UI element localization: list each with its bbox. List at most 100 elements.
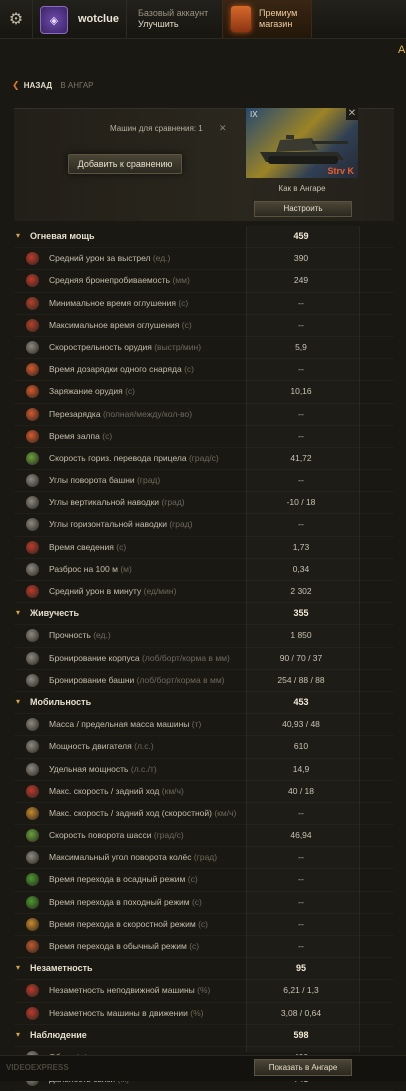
- stat-row: Средняя бронепробиваемость (мм) 249: [14, 270, 394, 292]
- stat-label: Незаметность машины в движении (%): [49, 1007, 204, 1018]
- username[interactable]: wotclue: [78, 13, 119, 25]
- stat-value: 610: [293, 741, 309, 752]
- stat-label: Бронирование корпуса (лоб/борт/корма в м…: [49, 652, 230, 663]
- show-in-garage-button[interactable]: Показать в Ангаре: [254, 1059, 352, 1076]
- chevron-down-icon[interactable]: ▾: [16, 963, 20, 972]
- stat-row: Заряжание орудия (с) 10,16: [14, 381, 394, 403]
- power-ratio-icon: [26, 762, 39, 776]
- salvo-time-icon: [26, 429, 39, 443]
- stat-value: --: [298, 319, 304, 330]
- stat-row: Время залпа (с) --: [14, 426, 394, 448]
- section-header[interactable]: ▾ Огневая мощь 459: [14, 226, 394, 248]
- stat-row: Время перехода в походный режим (с) --: [14, 892, 394, 914]
- horizontal-angle-icon: [26, 518, 39, 532]
- damage-icon: [26, 252, 39, 266]
- stat-value: 1 850: [290, 630, 312, 641]
- stat-value: 46,94: [290, 830, 312, 841]
- compare-count: Машин для сравнения: 1: [110, 124, 203, 133]
- stat-label: Макс. скорость / задний ход (км/ч): [49, 785, 184, 796]
- stat-unit: (с): [187, 874, 198, 885]
- upgrade-link[interactable]: Улучшить: [138, 19, 208, 30]
- stat-value: 5,9: [295, 341, 307, 352]
- turret-armor-icon: [26, 673, 39, 687]
- shell-reload-icon: [26, 363, 39, 377]
- aim-time-icon: [26, 540, 39, 554]
- stat-row: Бронирование башни (лоб/борт/корма в мм)…: [14, 670, 394, 692]
- hull-traverse-icon: [26, 829, 39, 843]
- stat-row: Мощность двигателя (л.с.) 610: [14, 736, 394, 758]
- stat-unit: (ед.): [152, 253, 171, 264]
- premium-shop-button[interactable]: Премиум магазин: [222, 0, 312, 38]
- siege-mode-icon: [26, 873, 39, 887]
- autoloader-icon: [26, 407, 39, 421]
- stat-row: Минимальное время оглушения (с) --: [14, 293, 394, 315]
- back-button[interactable]: ❮ НАЗАД В АНГАР: [12, 80, 94, 91]
- chevron-down-icon[interactable]: ▾: [16, 1030, 20, 1039]
- stat-row: Время перехода в скоростной режим (с) --: [14, 914, 394, 936]
- account-badge-icon[interactable]: ◈: [40, 6, 68, 34]
- add-to-compare-button[interactable]: Добавить к сравнению: [68, 154, 182, 174]
- elevation-icon: [26, 496, 39, 510]
- vehicle-image: IX Strv K: [246, 108, 358, 178]
- stat-unit: (ед.): [93, 630, 111, 641]
- section-header[interactable]: ▾ Незаметность 95: [14, 958, 394, 980]
- stat-label: Удельная мощность (л.с./т): [49, 763, 157, 774]
- vehicle-name: Strv K: [327, 166, 354, 176]
- stat-unit: (м): [120, 563, 132, 574]
- camo-moving-icon: [26, 1006, 39, 1020]
- stat-value: --: [298, 475, 304, 486]
- stat-label: Заряжание орудия (с): [49, 386, 135, 397]
- clear-compare-icon[interactable]: ✕: [219, 123, 227, 134]
- remove-vehicle-icon[interactable]: ✕: [346, 108, 358, 120]
- chevron-down-icon[interactable]: ▾: [16, 231, 20, 240]
- stat-unit: (с): [184, 364, 194, 375]
- stat-label: Незаметность: [30, 963, 93, 974]
- stat-row: Максимальный угол поворота колёс (град) -…: [14, 847, 394, 869]
- back-label: НАЗАД: [23, 81, 53, 90]
- section-header[interactable]: ▾ Наблюдение 598: [14, 1025, 394, 1047]
- stat-unit: (км/ч): [214, 807, 237, 818]
- stat-label: Живучесть: [30, 608, 80, 619]
- stat-row: Углы вертикальной наводки (град) -10 / 18: [14, 492, 394, 514]
- configure-button[interactable]: Настроить: [254, 201, 352, 217]
- chevron-down-icon[interactable]: ▾: [16, 608, 20, 617]
- stat-value: --: [298, 430, 304, 441]
- chevron-down-icon[interactable]: ▾: [16, 697, 20, 706]
- stat-unit: (с): [116, 541, 127, 552]
- stat-label: Углы поворота башни (град): [49, 475, 161, 486]
- speed-icon: [26, 784, 39, 798]
- divider: [126, 0, 127, 38]
- hp-icon: [26, 629, 39, 643]
- reload-icon: [26, 385, 39, 399]
- stat-value: 2 302: [290, 586, 312, 596]
- stat-unit: (%): [190, 1007, 204, 1018]
- stat-label: Масса / предельная масса машины (т): [49, 719, 202, 730]
- stat-label: Время перехода в скоростной режим (с): [49, 918, 209, 929]
- settings-gear-icon[interactable]: ⚙: [0, 0, 33, 38]
- stat-row: Время сведения (с) 1,73: [14, 537, 394, 559]
- stat-value: --: [298, 408, 304, 419]
- turret-angle-icon: [26, 474, 39, 488]
- account-status[interactable]: Базовый аккаунт Улучшить: [138, 8, 208, 30]
- stat-value: 598: [293, 1029, 309, 1040]
- premium-shop-label: Премиум магазин: [259, 8, 298, 29]
- stat-label: Средняя бронепробиваемость (мм): [49, 275, 190, 286]
- stat-label: Средний урон за выстрел (ед.): [49, 253, 171, 264]
- account-type: Базовый аккаунт: [138, 8, 209, 18]
- stat-unit: (град): [169, 519, 193, 530]
- stat-value: 249: [293, 275, 309, 286]
- stat-unit: (с): [198, 918, 209, 929]
- stat-value: 453: [293, 696, 309, 707]
- vehicle-config-status: Как в Ангаре: [278, 184, 326, 193]
- stat-label: Мощность двигателя (л.с.): [49, 741, 154, 752]
- stat-value: --: [298, 297, 304, 308]
- stat-label: Скорость поворота шасси (град/с): [49, 830, 184, 841]
- stat-row: Макс. скорость / задний ход (км/ч) 40 / 1…: [14, 781, 394, 803]
- stat-value: --: [298, 896, 304, 907]
- section-header[interactable]: ▾ Живучесть 355: [14, 603, 394, 625]
- cropped-label: А: [398, 44, 406, 56]
- section-header[interactable]: ▾ Мобильность 453: [14, 692, 394, 714]
- stat-label: Время перехода в осадный режим (с): [49, 874, 198, 885]
- stat-value: --: [298, 807, 304, 818]
- stat-row: Время перехода в осадный режим (с) --: [14, 869, 394, 891]
